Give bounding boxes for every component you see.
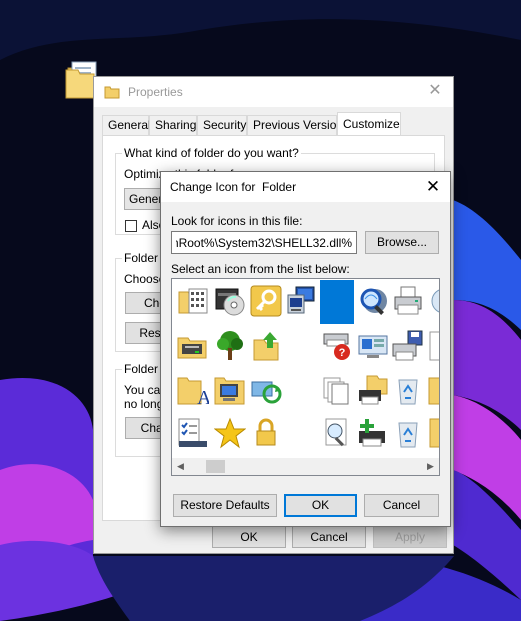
icon-list-scrollbar[interactable]: ◀ ▶ — [172, 458, 439, 475]
selected-blank-icon[interactable] — [320, 280, 354, 324]
icon-file-input[interactable] — [171, 231, 357, 254]
folder-icon — [104, 86, 120, 99]
look-for-icons-label: Look for icons in this file: — [171, 214, 303, 228]
display-settings-icon[interactable] — [357, 330, 389, 362]
keypad-folder-icon[interactable] — [177, 285, 209, 317]
network-sync-icon[interactable] — [250, 374, 282, 406]
tree-icon[interactable] — [214, 330, 246, 362]
properties-close-icon[interactable]: ✕ — [425, 80, 445, 102]
also-apply-checkbox[interactable] — [125, 220, 137, 232]
tab-sharing[interactable]: Sharing — [149, 115, 197, 135]
dvd-drive-icon[interactable] — [214, 285, 246, 317]
checklist-icon[interactable] — [177, 417, 209, 449]
copy-documents-icon[interactable] — [320, 374, 352, 406]
partial-icon[interactable] — [428, 330, 439, 362]
properties-apply-button[interactable]: Apply — [373, 526, 447, 548]
dialog-cancel-button[interactable]: Cancel — [364, 494, 439, 517]
tab-customize[interactable]: Customize — [337, 112, 401, 136]
change-icon-dialog: Change Icon for Folder ✕ Look for icons … — [160, 171, 451, 527]
folder-upload-icon[interactable] — [250, 330, 282, 362]
svg-text:A: A — [197, 387, 209, 406]
browse-button[interactable]: Browse... — [365, 231, 439, 254]
network-computer-icon[interactable] — [284, 285, 316, 317]
tab-previous-versions[interactable]: Previous Versions — [247, 115, 349, 135]
scroll-right-icon[interactable]: ▶ — [422, 458, 439, 475]
properties-cancel-button[interactable]: Cancel — [292, 526, 366, 548]
dialog-ok-button[interactable]: OK — [284, 494, 357, 517]
help-printer-icon[interactable]: ? — [320, 330, 352, 362]
partial-icon[interactable] — [428, 417, 439, 449]
properties-title: Properties — [128, 85, 183, 99]
font-folder-icon[interactable]: A — [177, 374, 209, 406]
blank-icon[interactable] — [284, 417, 316, 449]
key-icon[interactable] — [250, 285, 282, 317]
globe-partial-icon[interactable] — [428, 285, 439, 317]
select-icon-label: Select an icon from the list below: — [171, 262, 350, 276]
recycle-bin-icon[interactable] — [392, 374, 424, 406]
dialog-close-icon[interactable]: ✕ — [422, 175, 444, 199]
properties-titlebar: Properties ✕ — [94, 77, 453, 107]
blank-icon[interactable] — [284, 374, 316, 406]
partial-icon[interactable] — [428, 374, 439, 406]
star-icon[interactable] — [214, 417, 246, 449]
dialog-title: Change Icon for Folder — [170, 180, 297, 194]
restore-defaults-button[interactable]: Restore Defaults — [173, 494, 277, 517]
magnifier-document-icon[interactable] — [320, 417, 352, 449]
lock-icon[interactable] — [250, 417, 282, 449]
tab-security[interactable]: Security — [197, 115, 247, 135]
recycle-bin-full-icon[interactable] — [392, 417, 424, 449]
search-globe-icon[interactable] — [357, 285, 389, 317]
tab-general[interactable]: General — [102, 115, 151, 135]
printer-icon[interactable] — [392, 285, 424, 317]
printer-disk-icon[interactable] — [392, 330, 424, 362]
folder-printer-icon[interactable] — [357, 374, 389, 406]
folder-type-question: What kind of folder do you want? — [122, 146, 301, 160]
computer-folder-icon[interactable] — [214, 374, 246, 406]
dialog-titlebar: Change Icon for Folder ✕ — [161, 172, 450, 202]
blank-icon[interactable] — [284, 330, 316, 362]
svg-text:?: ? — [339, 347, 346, 359]
floppy-drive-icon[interactable] — [177, 330, 209, 362]
scroll-left-icon[interactable]: ◀ — [172, 458, 189, 475]
scroll-thumb[interactable] — [206, 460, 225, 473]
properties-ok-button[interactable]: OK — [212, 526, 286, 548]
icon-list[interactable]: ? A — [171, 278, 440, 476]
add-printer-icon[interactable] — [357, 417, 389, 449]
